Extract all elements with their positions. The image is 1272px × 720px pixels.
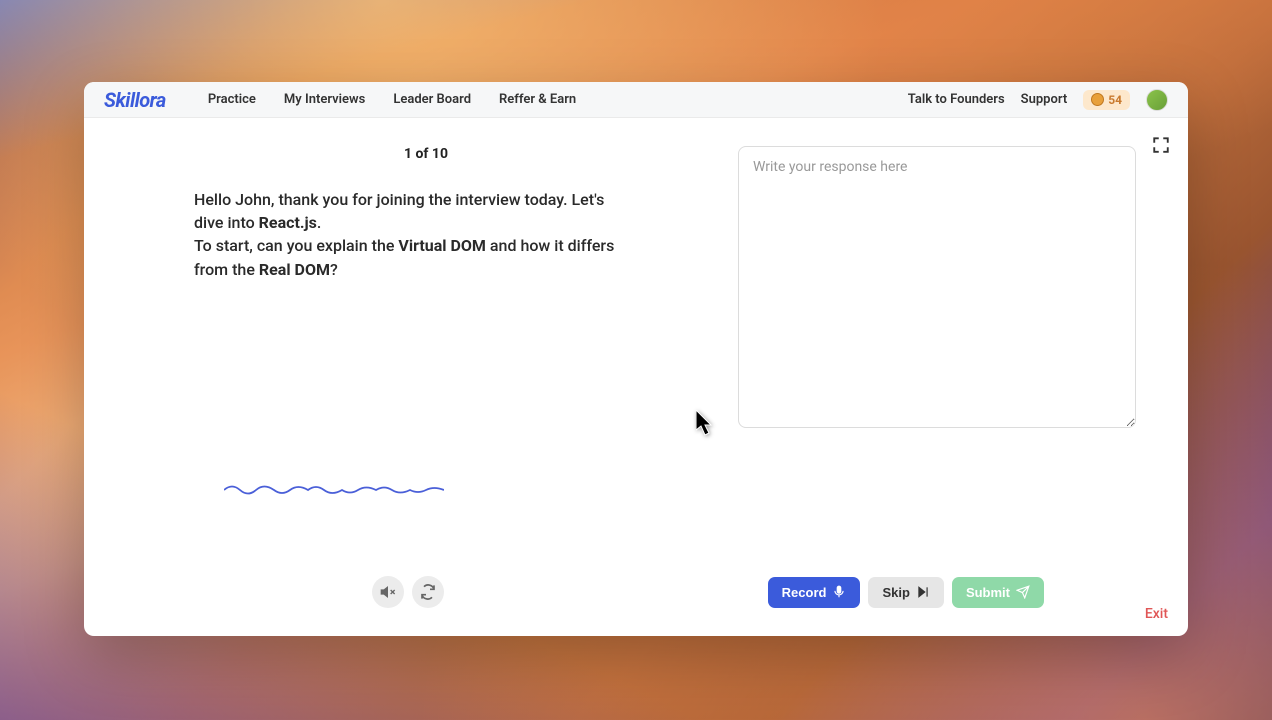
nav-right: Talk to Founders Support 54 <box>908 89 1168 111</box>
skip-icon <box>916 585 930 599</box>
nav-talk-to-founders[interactable]: Talk to Founders <box>908 92 1005 107</box>
bottom-bar: Record Skip Submit <box>84 576 1188 608</box>
refresh-icon <box>420 584 436 600</box>
logo[interactable]: Skillora <box>104 88 166 112</box>
response-input[interactable] <box>738 146 1136 428</box>
submit-button[interactable]: Submit <box>952 577 1044 608</box>
coin-badge[interactable]: 54 <box>1083 90 1130 110</box>
record-button[interactable]: Record <box>768 577 861 608</box>
app-window: Skillora Practice My Interviews Leader B… <box>84 82 1188 636</box>
nav-reffer-earn[interactable]: Reffer & Earn <box>499 92 576 107</box>
content-area: 1 of 10 Hello John, thank you for joinin… <box>84 118 1188 636</box>
nav-my-interviews[interactable]: My Interviews <box>284 92 365 107</box>
response-panel <box>728 146 1148 636</box>
action-buttons: Record Skip Submit <box>768 577 1044 608</box>
progress-indicator: 1 of 10 <box>154 146 698 162</box>
speaker-mute-icon <box>380 584 396 600</box>
header-bar: Skillora Practice My Interviews Leader B… <box>84 82 1188 118</box>
nav-support[interactable]: Support <box>1021 92 1068 107</box>
nav-practice[interactable]: Practice <box>208 92 256 107</box>
exit-link[interactable]: Exit <box>1145 606 1168 622</box>
refresh-button[interactable] <box>412 576 444 608</box>
nav-leader-board[interactable]: Leader Board <box>393 92 471 107</box>
skip-button[interactable]: Skip <box>868 577 943 608</box>
microphone-icon <box>832 585 846 599</box>
audio-controls <box>372 576 444 608</box>
expand-icon[interactable] <box>1152 136 1170 154</box>
question-text: Hello John, thank you for joining the in… <box>194 188 624 281</box>
avatar[interactable] <box>1146 89 1168 111</box>
audio-waveform <box>224 481 698 499</box>
coin-count: 54 <box>1108 93 1122 107</box>
mute-button[interactable] <box>372 576 404 608</box>
question-panel: 1 of 10 Hello John, thank you for joinin… <box>124 146 728 636</box>
send-icon <box>1016 585 1030 599</box>
coin-icon <box>1091 93 1104 106</box>
nav-left: Practice My Interviews Leader Board Reff… <box>208 92 880 107</box>
